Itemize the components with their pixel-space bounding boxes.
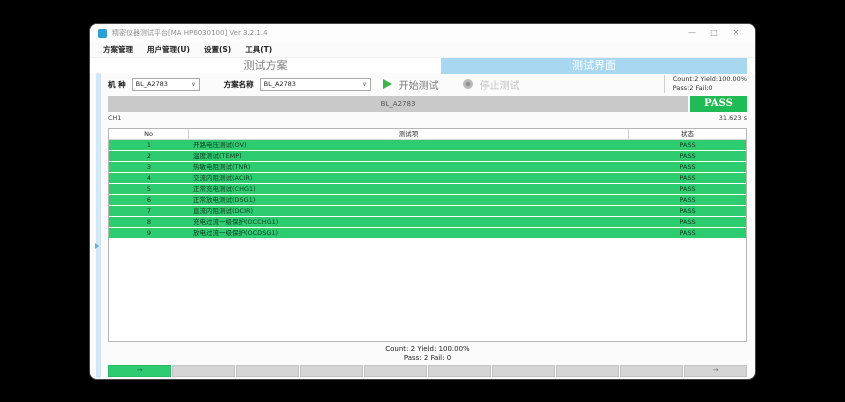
status-segment-end: → — [684, 365, 747, 377]
app-icon — [98, 29, 107, 38]
summary-panel: Count: 2 Yield: 100.00% Pass: 2 Fail: 0 — [108, 345, 747, 364]
row-no: 3 — [109, 162, 189, 172]
start-test-icon[interactable] — [383, 79, 392, 89]
stats-top-line2: Pass:2 Fail:0 — [673, 84, 747, 93]
window-title: 精密仪器测试平台[MA HP6030100] Ver 3.2.1.4 — [112, 28, 268, 38]
start-test-button[interactable]: 开始测试 — [399, 77, 439, 92]
status-segment — [556, 365, 619, 377]
plan-name-label: 方案名称 — [224, 79, 254, 90]
status-segment — [428, 365, 491, 377]
row-item: 放电过流一级保护(OCDSG1) — [189, 228, 629, 238]
row-status: PASS — [629, 140, 746, 150]
window-controls: — □ ✕ — [681, 24, 747, 42]
model-name-bar: BL_A2783 — [108, 96, 688, 112]
screen-background: 精密仪器测试平台[MA HP6030100] Ver 3.2.1.4 — □ ✕… — [0, 0, 845, 402]
row-item: 正常放电测试(DSG1) — [189, 195, 629, 205]
row-status: PASS — [629, 195, 746, 205]
row-status: PASS — [629, 217, 746, 227]
status-segment — [300, 365, 363, 377]
summary-line2: Pass: 2 Fail: 0 — [108, 354, 747, 363]
title-bar: 精密仪器测试平台[MA HP6030100] Ver 3.2.1.4 — □ ✕ — [90, 24, 755, 42]
menu-plan-management[interactable]: 方案管理 — [96, 44, 140, 55]
chevron-down-icon: ∨ — [191, 81, 195, 88]
plan-combobox[interactable]: BL_A2783 ∨ — [260, 78, 371, 91]
chevron-down-icon: ∨ — [362, 81, 366, 88]
plan-combobox-value: BL_A2783 — [264, 80, 296, 88]
status-segment — [364, 365, 427, 377]
model-label: 机 种 — [108, 79, 126, 90]
table-row[interactable]: 7 直流内阻测试(DCIR) PASS — [109, 206, 746, 217]
menu-settings[interactable]: 设置(S) — [197, 44, 238, 55]
row-item: 交流内阻测试(ACIR) — [189, 173, 629, 183]
elapsed-time: 31.623 s — [719, 114, 747, 122]
status-segment — [172, 365, 235, 377]
table-row[interactable]: 4 交流内阻测试(ACIR) PASS — [109, 173, 746, 184]
menu-user-management[interactable]: 用户管理(U) — [140, 44, 197, 55]
model-combobox[interactable]: BL_A2783 ∨ — [132, 78, 200, 91]
row-no: 1 — [109, 140, 189, 150]
tab-bar: 测试方案 测试界面 — [90, 57, 755, 73]
maximize-button[interactable]: □ — [703, 24, 725, 42]
pass-status-badge: PASS — [690, 96, 747, 112]
arrow-right-icon: → — [137, 366, 143, 374]
status-segment-active: → — [108, 365, 171, 377]
header-no: No — [109, 129, 189, 139]
row-no: 4 — [109, 173, 189, 183]
row-no: 5 — [109, 184, 189, 194]
close-button[interactable]: ✕ — [725, 24, 747, 42]
control-row: 机 种 BL_A2783 ∨ 方案名称 BL_A2783 ∨ 开始测试 停止测试… — [108, 74, 747, 94]
result-bar: BL_A2783 PASS — [108, 96, 747, 112]
row-item: 温度测试(TEMP) — [189, 151, 629, 161]
status-segment — [236, 365, 299, 377]
row-item: 充电过流一级保护(OCCHG1) — [189, 217, 629, 227]
row-no: 6 — [109, 195, 189, 205]
menu-bar: 方案管理 用户管理(U) 设置(S) 工具(T) — [90, 42, 755, 57]
tab-test-plan[interactable]: 测试方案 — [90, 58, 441, 74]
row-item: 开路电压测试(OV) — [189, 140, 629, 150]
row-status: PASS — [629, 184, 746, 194]
summary-line1: Count: 2 Yield: 100.00% — [108, 345, 747, 354]
app-window: 精密仪器测试平台[MA HP6030100] Ver 3.2.1.4 — □ ✕… — [89, 23, 756, 380]
splitter-expand-icon — [95, 243, 99, 249]
row-no: 8 — [109, 217, 189, 227]
row-no: 7 — [109, 206, 189, 216]
header-test-item: 测试项 — [189, 129, 629, 139]
channel-label: CH1 — [108, 114, 122, 122]
minimize-button[interactable]: — — [681, 24, 703, 42]
stop-test-icon[interactable] — [463, 79, 473, 89]
row-no: 9 — [109, 228, 189, 238]
row-status: PASS — [629, 173, 746, 183]
menu-tools[interactable]: 工具(T) — [238, 44, 279, 55]
arrow-right-icon: → — [713, 366, 719, 374]
stats-top-line1: Count:2 Yield:100.00% — [673, 75, 747, 84]
status-strip: → → — [108, 365, 747, 377]
row-item: 直流内阻测试(DCIR) — [189, 206, 629, 216]
table-row[interactable]: 1 开路电压测试(OV) PASS — [109, 140, 746, 151]
table-row[interactable]: 9 放电过流一级保护(OCDSG1) PASS — [109, 228, 746, 239]
row-status: PASS — [629, 162, 746, 172]
stop-test-button[interactable]: 停止测试 — [480, 77, 520, 92]
model-combobox-value: BL_A2783 — [136, 80, 168, 88]
table-row[interactable]: 2 温度测试(TEMP) PASS — [109, 151, 746, 162]
table-row[interactable]: 3 热敏电阻测试(TNR) PASS — [109, 162, 746, 173]
table-row[interactable]: 8 充电过流一级保护(OCCHG1) PASS — [109, 217, 746, 228]
table-row[interactable]: 5 正常充电测试(CHG1) PASS — [109, 184, 746, 195]
table-header-row: No 测试项 状态 — [109, 129, 746, 140]
left-splitter[interactable] — [96, 73, 101, 378]
row-status: PASS — [629, 206, 746, 216]
status-segment — [620, 365, 683, 377]
test-item-table: No 测试项 状态 1 开路电压测试(OV) PASS 2 温度测试(TEMP)… — [108, 128, 747, 342]
row-status: PASS — [629, 151, 746, 161]
stats-top-panel: Count:2 Yield:100.00% Pass:2 Fail:0 — [664, 75, 747, 94]
header-status: 状态 — [629, 129, 746, 139]
status-segment — [492, 365, 555, 377]
table-row[interactable]: 6 正常放电测试(DSG1) PASS — [109, 195, 746, 206]
row-item: 正常充电测试(CHG1) — [189, 184, 629, 194]
row-item: 热敏电阻测试(TNR) — [189, 162, 629, 172]
row-status: PASS — [629, 228, 746, 238]
row-no: 2 — [109, 151, 189, 161]
tab-test-interface[interactable]: 测试界面 — [441, 58, 747, 74]
channel-row: CH1 31.623 s — [108, 114, 747, 122]
